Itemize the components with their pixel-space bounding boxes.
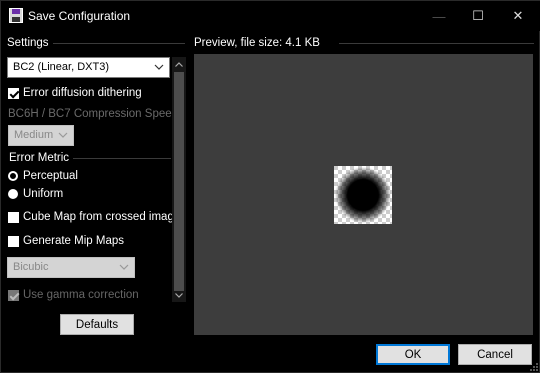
minimize-button[interactable]: —: [419, 1, 459, 31]
resize-grip-icon[interactable]: [527, 360, 539, 372]
format-select-value: BC2 (Linear, DXT3): [13, 61, 109, 73]
chevron-down-icon: [119, 264, 129, 270]
filter-select[interactable]: Bicubic: [7, 257, 135, 278]
format-select[interactable]: BC2 (Linear, DXT3): [7, 57, 170, 78]
checkbox-box[interactable]: [8, 87, 19, 99]
cube-map-checkbox[interactable]: Cube Map from crossed image: [8, 211, 180, 223]
gamma-label: Use gamma correction: [23, 289, 139, 301]
perceptual-label: Perceptual: [23, 170, 78, 182]
window-title: Save Configuration: [28, 9, 131, 23]
settings-scrollbar[interactable]: [172, 57, 186, 302]
close-button[interactable]: ✕: [498, 1, 538, 31]
bc-speed-label: BC6H / BC7 Compression Speed: [8, 108, 179, 120]
checkbox-box[interactable]: [8, 235, 19, 247]
error-metric-line: [71, 158, 171, 159]
cube-map-label: Cube Map from crossed image: [23, 211, 181, 223]
texture-preview-image: [334, 166, 392, 224]
checkbox-box[interactable]: [8, 211, 19, 223]
settings-group-line: [53, 43, 185, 44]
scroll-down-icon[interactable]: [172, 288, 186, 302]
error-metric-label: Error Metric: [9, 152, 74, 164]
mip-maps-checkbox[interactable]: Generate Mip Maps: [8, 235, 124, 247]
gamma-checkbox[interactable]: Use gamma correction: [8, 289, 139, 301]
chevron-down-icon: [58, 132, 68, 138]
maximize-button[interactable]: ☐: [458, 1, 498, 31]
checkbox-box[interactable]: [8, 289, 19, 301]
error-diffusion-label: Error diffusion dithering: [23, 87, 142, 99]
title-bar[interactable]: Save Configuration — ☐ ✕: [1, 1, 540, 31]
scroll-up-icon[interactable]: [172, 57, 186, 71]
radio-uniform[interactable]: Uniform: [8, 188, 63, 200]
preview-group-line: [339, 43, 534, 44]
settings-group-label: Settings: [7, 37, 53, 49]
ok-button[interactable]: OK: [376, 344, 450, 365]
speed-select[interactable]: Medium: [8, 125, 74, 146]
radio-dot[interactable]: [8, 171, 18, 181]
radio-dot[interactable]: [8, 189, 18, 199]
save-configuration-dialog: Save Configuration — ☐ ✕ Settings BC2 (L…: [0, 0, 540, 373]
chevron-down-icon: [154, 64, 164, 70]
cancel-button[interactable]: Cancel: [458, 344, 532, 365]
minimize-icon: —: [432, 8, 446, 24]
error-diffusion-checkbox[interactable]: Error diffusion dithering: [8, 87, 142, 99]
speed-select-value: Medium: [14, 129, 54, 141]
maximize-icon: ☐: [472, 8, 484, 23]
close-icon: ✕: [512, 8, 524, 23]
radio-perceptual[interactable]: Perceptual: [8, 170, 78, 182]
defaults-button[interactable]: Defaults: [60, 314, 134, 335]
uniform-label: Uniform: [23, 188, 64, 200]
filter-select-value: Bicubic: [13, 261, 49, 273]
scroll-thumb[interactable]: [174, 72, 184, 291]
preview-group-label: Preview, file size: 4.1 KB: [194, 37, 324, 49]
mip-maps-label: Generate Mip Maps: [23, 235, 124, 247]
floppy-disk-icon: [9, 8, 23, 23]
